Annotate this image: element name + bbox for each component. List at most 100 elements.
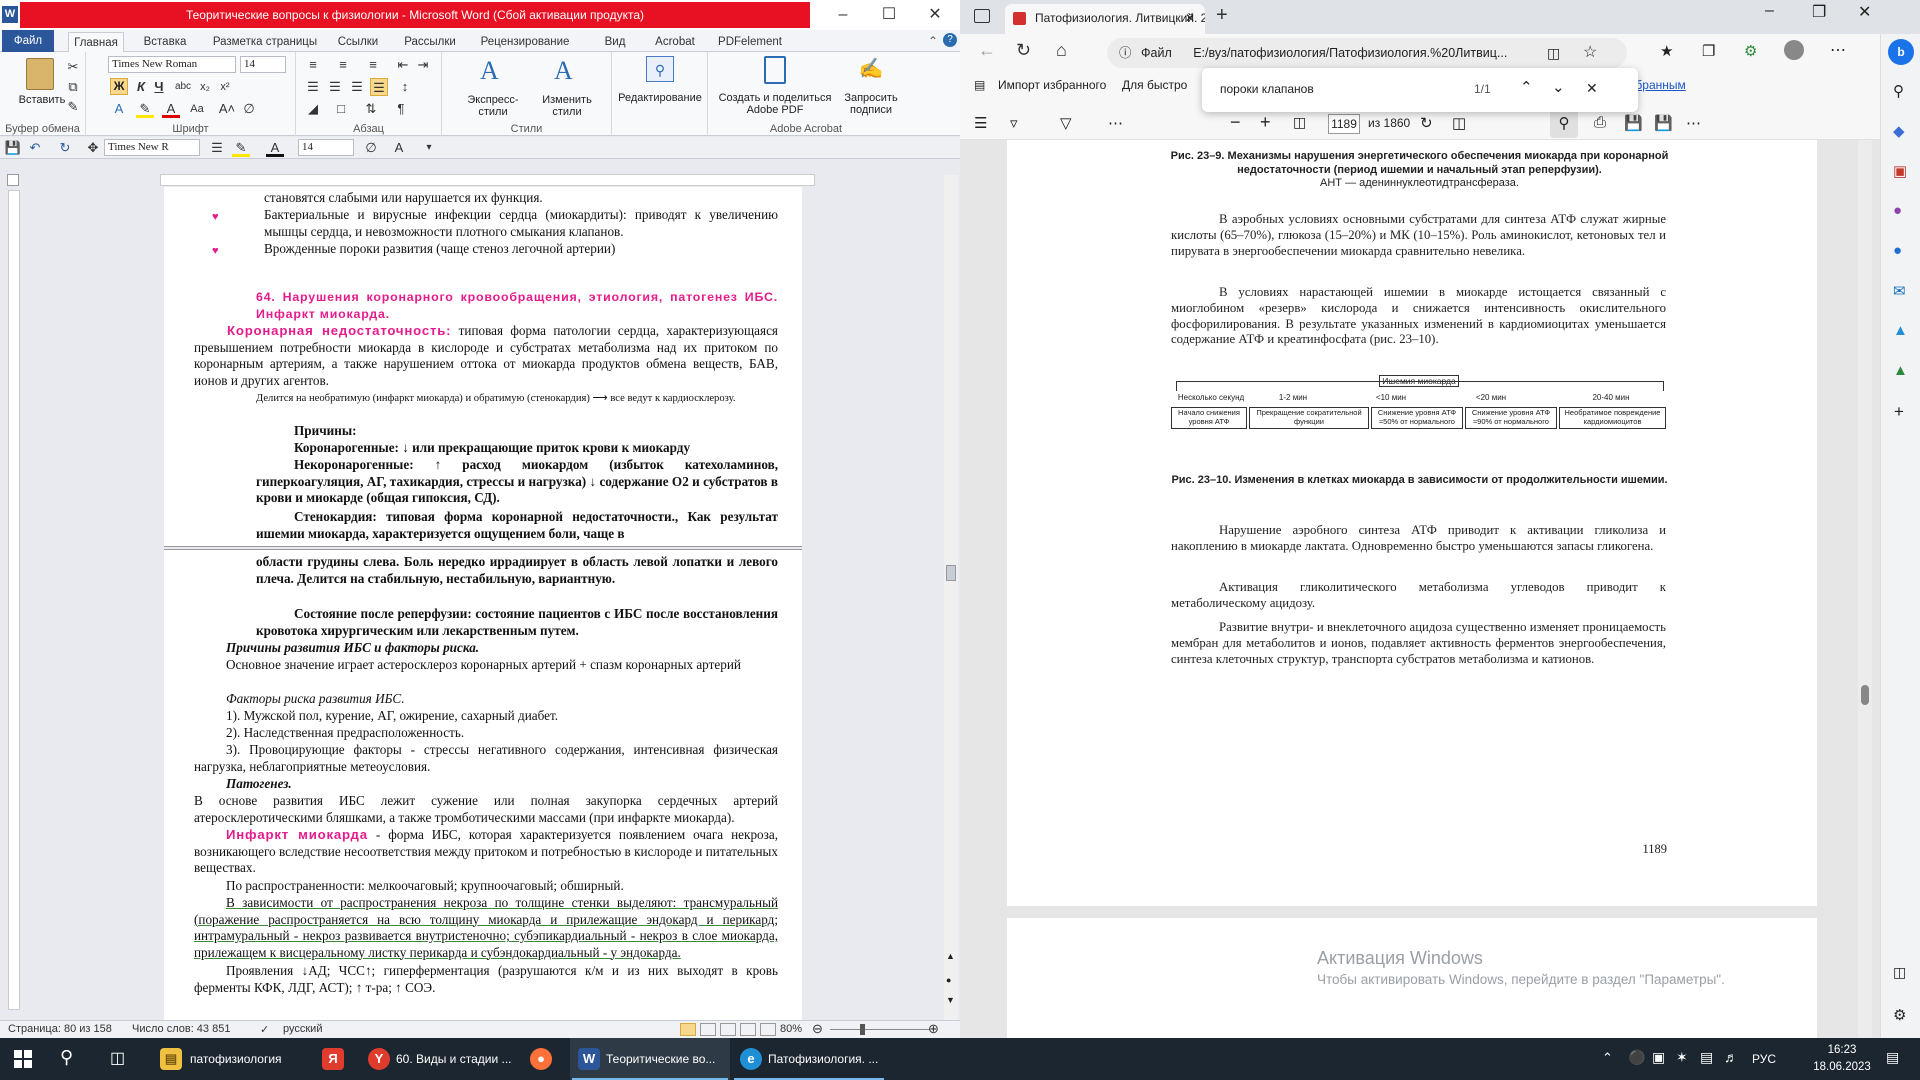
pdf-viewport[interactable]: Рис. 23–9. Механизмы нарушения энергетич… [960, 140, 1880, 1038]
align-center-icon[interactable]: ☰ [326, 78, 344, 96]
zoom-out-icon[interactable]: ⊖ [812, 1021, 823, 1037]
highlight-tool-icon[interactable]: ▽ [1060, 114, 1072, 132]
sidebar-settings-icon[interactable]: ⚙ [1893, 1006, 1906, 1024]
move-icon[interactable]: ✥ [84, 139, 102, 157]
qat-effects-icon[interactable]: A [390, 139, 408, 157]
prev-page-icon[interactable]: ▲ [946, 951, 955, 961]
info-icon[interactable]: ⓘ [1119, 46, 1132, 60]
page-count[interactable]: Страница: 80 из 158 [8, 1023, 112, 1035]
import-favorites-icon[interactable]: ▤ [974, 72, 985, 98]
express-styles-button[interactable]: Экспресс-стили [460, 94, 526, 118]
back-icon[interactable]: ← [978, 40, 996, 61]
multilevel-icon[interactable]: ≡ [364, 56, 382, 74]
qat-highlight-icon[interactable]: ✎ [232, 139, 250, 157]
save-as-icon[interactable]: 💾 [1654, 114, 1673, 132]
cut-icon[interactable]: ✂ [64, 58, 82, 76]
create-pdf-icon[interactable] [764, 56, 786, 84]
copilot-icon[interactable]: b [1888, 39, 1914, 65]
binoculars-icon[interactable]: ⚲ [646, 56, 674, 82]
underline-button[interactable]: Ч [150, 78, 168, 96]
sidebar-layout-icon[interactable]: ◫ [1893, 964, 1906, 981]
tab-insert[interactable]: Вставка [130, 32, 200, 52]
tab-home[interactable]: Главная [68, 32, 124, 52]
change-case-icon[interactable]: Aa [188, 100, 206, 118]
show-marks-icon[interactable]: ¶ [392, 100, 410, 118]
paste-icon[interactable] [26, 58, 54, 90]
tab-close-icon[interactable]: ✕ [1185, 4, 1195, 32]
pdf-scroll-thumb[interactable] [1861, 685, 1869, 705]
clock[interactable]: 16:23 18.06.2023 [1806, 1042, 1878, 1076]
input-language[interactable]: РУС [1752, 1038, 1776, 1080]
language-icon[interactable]: ✓ [260, 1023, 269, 1036]
favorites-icon[interactable]: ★ [1660, 42, 1673, 60]
tab-acrobat[interactable]: Acrobat [645, 32, 705, 52]
extension-icon[interactable]: ⚙ [1744, 42, 1757, 60]
notifications-icon[interactable]: ▤ [1886, 1049, 1899, 1066]
qat-clear-icon[interactable]: ∅ [362, 139, 380, 157]
page-view-icon[interactable]: ◫ [1452, 114, 1466, 132]
qat-align-icon[interactable]: ☰ [208, 139, 226, 157]
bullets-icon[interactable]: ≡ [304, 56, 322, 74]
strikethrough-button[interactable]: abc [174, 78, 192, 96]
profile-avatar[interactable] [1784, 40, 1804, 60]
qat-customize-icon[interactable]: ▾ [420, 139, 438, 157]
yandex-icon[interactable]: Y [368, 1048, 390, 1070]
help-icon[interactable]: ? [943, 33, 957, 47]
horizontal-ruler[interactable] [160, 174, 815, 186]
games-icon[interactable]: ● [1893, 202, 1902, 219]
zoom-in-icon[interactable]: ⊕ [928, 1021, 939, 1037]
zoom-out-pdf-icon[interactable]: − [1230, 112, 1241, 133]
align-right-icon[interactable]: ☰ [348, 78, 366, 96]
increase-indent-icon[interactable]: ⇥ [414, 56, 432, 74]
tray-chevron-icon[interactable]: ⌃ [1602, 1050, 1613, 1066]
tab-selector-icon[interactable] [7, 174, 19, 186]
add-sidebar-icon[interactable]: + [1894, 402, 1904, 422]
shading-icon[interactable]: ◢ [304, 100, 322, 118]
more-menu-icon[interactable]: ⋯ [1830, 40, 1846, 60]
browser-close-button[interactable]: ✕ [1858, 2, 1871, 22]
zoom-in-pdf-icon[interactable]: + [1260, 112, 1271, 133]
highlight-icon[interactable]: ✎ [136, 100, 154, 118]
tab-view[interactable]: Вид [590, 32, 640, 52]
redo-icon[interactable]: ↻ [56, 139, 74, 157]
draw-icon[interactable]: ▿ [1010, 114, 1018, 132]
home-icon[interactable]: ⌂ [1056, 40, 1067, 61]
pdf-more-icon[interactable]: ⋯ [1108, 114, 1123, 132]
language[interactable]: русский [283, 1023, 322, 1035]
save-pdf-icon[interactable]: 💾 [1624, 114, 1643, 132]
camera-icon[interactable]: ▣ [1652, 1049, 1665, 1066]
zoom-level[interactable]: 80% [780, 1023, 802, 1035]
tab-actions-icon[interactable] [974, 9, 990, 23]
edge-taskbar-icon[interactable]: e [740, 1048, 762, 1070]
import-favorites[interactable]: Импорт избранного [998, 72, 1106, 98]
bluetooth-icon[interactable]: ✶ [1676, 1049, 1688, 1066]
print-icon[interactable]: ⎙ [1594, 114, 1606, 131]
italic-button[interactable]: К [132, 78, 150, 96]
tools-icon[interactable]: ▣ [1893, 162, 1907, 180]
collapse-ribbon-icon[interactable]: ⌃ [928, 34, 938, 48]
tab-pdfelement[interactable]: PDFelement [712, 32, 788, 52]
save-icon[interactable]: 💾 [4, 139, 22, 157]
line-spacing-icon[interactable]: ↕ [396, 78, 414, 96]
start-icon[interactable] [14, 1050, 32, 1068]
create-share-pdf-button[interactable]: Создать и поделиться Adobe PDF [712, 92, 838, 116]
tab-layout[interactable]: Разметка страницы [205, 32, 325, 52]
tab-review[interactable]: Рецензирование [470, 32, 580, 52]
close-button[interactable]: ✕ [912, 0, 958, 30]
pdf-scrollbar[interactable] [1858, 140, 1872, 1038]
search-pdf-icon[interactable]: ⚲ [1550, 110, 1578, 138]
superscript-button[interactable]: x² [216, 78, 234, 96]
signature-icon[interactable]: ✍ [856, 56, 886, 84]
next-page-icon[interactable]: ▼ [946, 995, 955, 1005]
print-layout-icon[interactable] [680, 1023, 696, 1036]
rotate-icon[interactable]: ↻ [1420, 114, 1433, 132]
tab-references[interactable]: Ссылки [328, 32, 388, 52]
web-layout-icon[interactable] [720, 1023, 736, 1036]
zoom-slider[interactable] [830, 1029, 930, 1030]
folder-icon[interactable]: ▤ [160, 1048, 182, 1070]
align-left-icon[interactable]: ☰ [304, 78, 322, 96]
page-number-input[interactable]: 1189 [1328, 114, 1360, 134]
paste-button[interactable]: Вставить [14, 94, 70, 106]
vertical-ruler[interactable] [8, 190, 20, 1010]
font-name-combo[interactable]: Times New Roman [108, 56, 236, 73]
